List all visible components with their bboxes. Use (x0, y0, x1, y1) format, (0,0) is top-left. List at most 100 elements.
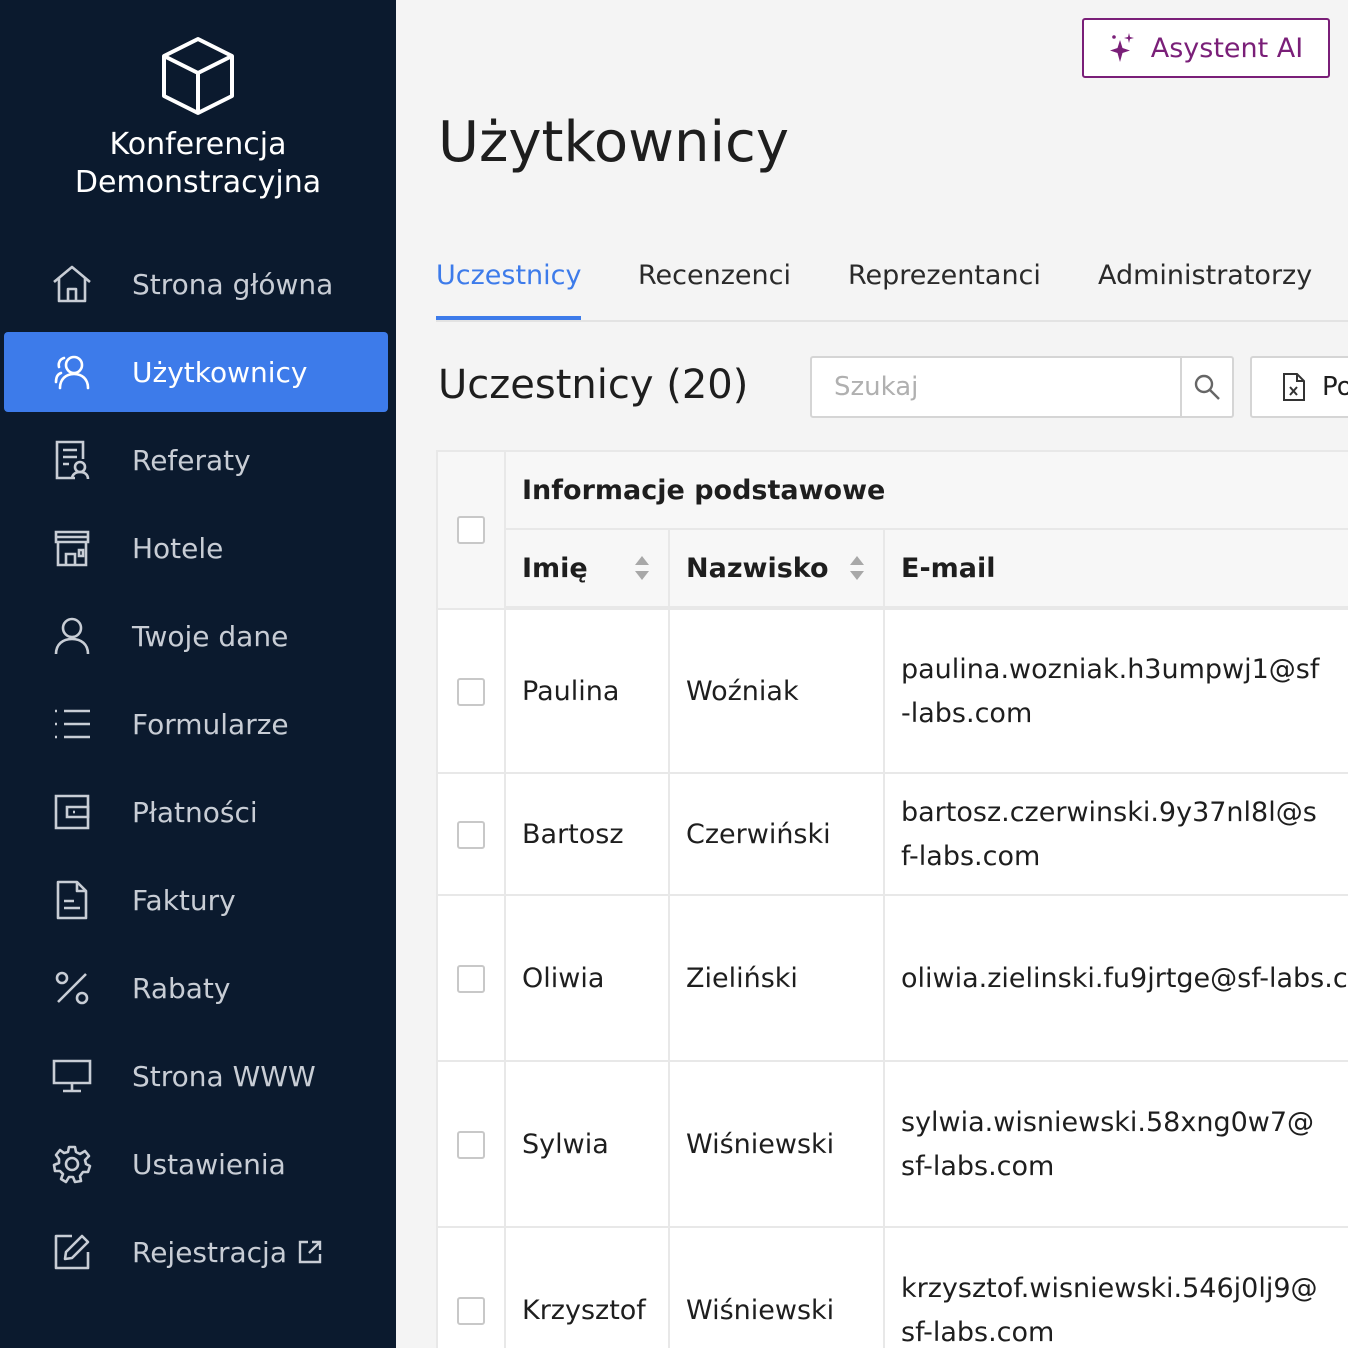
email-cell: bartosz.czerwinski.9y37nl8l@sf-labs.com (883, 774, 1333, 896)
sidebar-item-label: Płatności (132, 795, 258, 829)
last-name-cell: Zieliński (668, 896, 883, 1062)
row-checkbox[interactable] (457, 1131, 485, 1159)
last-name-cell: Woźniak (668, 610, 883, 774)
tab-participants[interactable]: Uczestnicy (436, 256, 582, 320)
search-box (810, 356, 1234, 418)
search-button[interactable] (1180, 358, 1232, 416)
app-logo[interactable]: Konferencja Demonstracyjna (0, 36, 396, 202)
email-cell: sylwia.wisniewski.58xng0w7@sf-labs.com (883, 1062, 1333, 1228)
gear-icon (50, 1142, 94, 1186)
table-row[interactable]: Paulina Woźniak paulina.wozniak.h3umpwj1… (438, 608, 1348, 774)
cube-logo-icon (162, 37, 234, 115)
column-header-last-name[interactable]: Nazwisko (668, 530, 883, 608)
email-cell: oliwia.zielinski.fu9jrtge@sf-labs.com (883, 896, 1348, 1062)
last-name-cell: Wiśniewski (668, 1228, 883, 1348)
users-icon (50, 350, 94, 394)
user-icon (50, 614, 94, 658)
invoice-icon (50, 878, 94, 922)
sidebar-item-discounts[interactable]: Rabaty (4, 948, 388, 1028)
sidebar-item-label: Ustawienia (132, 1147, 286, 1181)
sidebar-item-label: Użytkownicy (132, 355, 308, 389)
column-header-label: Imię (522, 552, 588, 584)
column-header-row: Imię Nazwisko E-mail (438, 530, 1348, 608)
sidebar-item-payments[interactable]: Płatności (4, 772, 388, 852)
first-name-cell: Bartosz (504, 774, 668, 896)
column-header-first-name[interactable]: Imię (504, 530, 668, 608)
first-name-cell: Paulina (504, 610, 668, 774)
last-name-cell: Wiśniewski (668, 1062, 883, 1228)
papers-icon (50, 438, 94, 482)
first-name-cell: Sylwia (504, 1062, 668, 1228)
sidebar-item-label: Faktury (132, 883, 236, 917)
sidebar-item-label: Hotele (132, 531, 224, 565)
last-name-cell: Czerwiński (668, 774, 883, 896)
external-link-icon (297, 1239, 323, 1265)
participants-table: Informacje podstawowe Imię Nazwisko E-ma… (436, 450, 1348, 1348)
edit-icon (50, 1230, 94, 1274)
tab-representatives[interactable]: Reprezentanci (848, 256, 1041, 320)
sidebar-item-forms[interactable]: Formularze (4, 684, 388, 764)
sidebar-item-users[interactable]: Użytkownicy (4, 332, 388, 412)
sidebar-item-label: Strona główna (132, 267, 334, 301)
export-excel-button[interactable]: Po (1250, 356, 1348, 418)
list-icon (50, 702, 94, 746)
first-name-cell: Oliwia (504, 896, 668, 1062)
excel-file-icon (1283, 373, 1305, 401)
row-checkbox-cell (438, 896, 504, 1062)
column-header-email[interactable]: E-mail (883, 530, 1348, 608)
sort-icon[interactable] (634, 554, 650, 582)
email-cell: paulina.wozniak.h3umpwj1@sf-labs.com (883, 610, 1333, 774)
row-checkbox-cell (438, 774, 504, 896)
sidebar-item-website[interactable]: Strona WWW (4, 1036, 388, 1116)
table-row[interactable]: Oliwia Zieliński oliwia.zielinski.fu9jrt… (438, 894, 1348, 1062)
sidebar-nav: Strona główna Użytkownicy Referaty Hotel… (0, 244, 396, 1300)
column-group-header: Informacje podstawowe (504, 452, 1348, 530)
row-checkbox-cell (438, 1062, 504, 1228)
main-content: Asystent AI Użytkownicy Uczestnicy Recen… (396, 0, 1348, 1348)
row-checkbox[interactable] (457, 965, 485, 993)
row-checkbox-cell (438, 610, 504, 774)
first-name-cell: Krzysztof (504, 1228, 668, 1348)
sidebar-item-your-data[interactable]: Twoje dane (4, 596, 388, 676)
row-checkbox-cell (438, 1228, 504, 1348)
percent-icon (50, 966, 94, 1010)
sidebar-item-settings[interactable]: Ustawienia (4, 1124, 388, 1204)
wallet-icon (50, 790, 94, 834)
column-header-label: Nazwisko (686, 552, 829, 584)
search-input[interactable] (812, 358, 1180, 416)
email-cell: krzysztof.wisniewski.546j0lj9@sf-labs.co… (883, 1228, 1333, 1348)
sidebar-item-hotels[interactable]: Hotele (4, 508, 388, 588)
tab-bar: Uczestnicy Recenzenci Reprezentanci Admi… (436, 256, 1348, 322)
sidebar-item-invoices[interactable]: Faktury (4, 860, 388, 940)
column-header-label: E-mail (901, 552, 996, 584)
sidebar-item-home[interactable]: Strona główna (4, 244, 388, 324)
tab-reviewers[interactable]: Recenzenci (638, 256, 791, 320)
table-row[interactable]: Krzysztof Wiśniewski krzysztof.wisniewsk… (438, 1226, 1348, 1348)
home-icon (50, 262, 94, 306)
tab-administrators[interactable]: Administratorzy (1098, 256, 1312, 320)
app-title-line1: Konferencja (109, 127, 287, 162)
sort-icon[interactable] (849, 554, 865, 582)
sidebar-item-registration[interactable]: Rejestracja (4, 1212, 388, 1292)
sidebar-item-label: Referaty (132, 443, 251, 477)
monitor-icon (50, 1054, 94, 1098)
ai-button-label: Asystent AI (1150, 32, 1304, 64)
table-row[interactable]: Sylwia Wiśniewski sylwia.wisniewski.58xn… (438, 1060, 1348, 1228)
sidebar-item-label: Formularze (132, 707, 289, 741)
app-title-line2: Demonstracyjna (74, 165, 322, 200)
sparkles-icon (1109, 33, 1134, 62)
row-checkbox[interactable] (457, 1297, 485, 1325)
row-checkbox[interactable] (457, 678, 485, 706)
sidebar-item-label: Strona WWW (132, 1059, 316, 1093)
page-title: Użytkownicy (438, 110, 789, 175)
export-label: Po (1322, 372, 1348, 402)
table-row[interactable]: Bartosz Czerwiński bartosz.czerwinski.9y… (438, 772, 1348, 896)
sidebar-item-label: Rejestracja (132, 1235, 287, 1269)
sidebar: Konferencja Demonstracyjna Strona główna… (0, 0, 396, 1348)
search-icon (1194, 374, 1220, 400)
sidebar-item-label: Twoje dane (132, 619, 289, 653)
sidebar-item-label: Rabaty (132, 971, 231, 1005)
ai-assistant-button[interactable]: Asystent AI (1082, 18, 1330, 78)
sidebar-item-papers[interactable]: Referaty (4, 420, 388, 500)
row-checkbox[interactable] (457, 821, 485, 849)
